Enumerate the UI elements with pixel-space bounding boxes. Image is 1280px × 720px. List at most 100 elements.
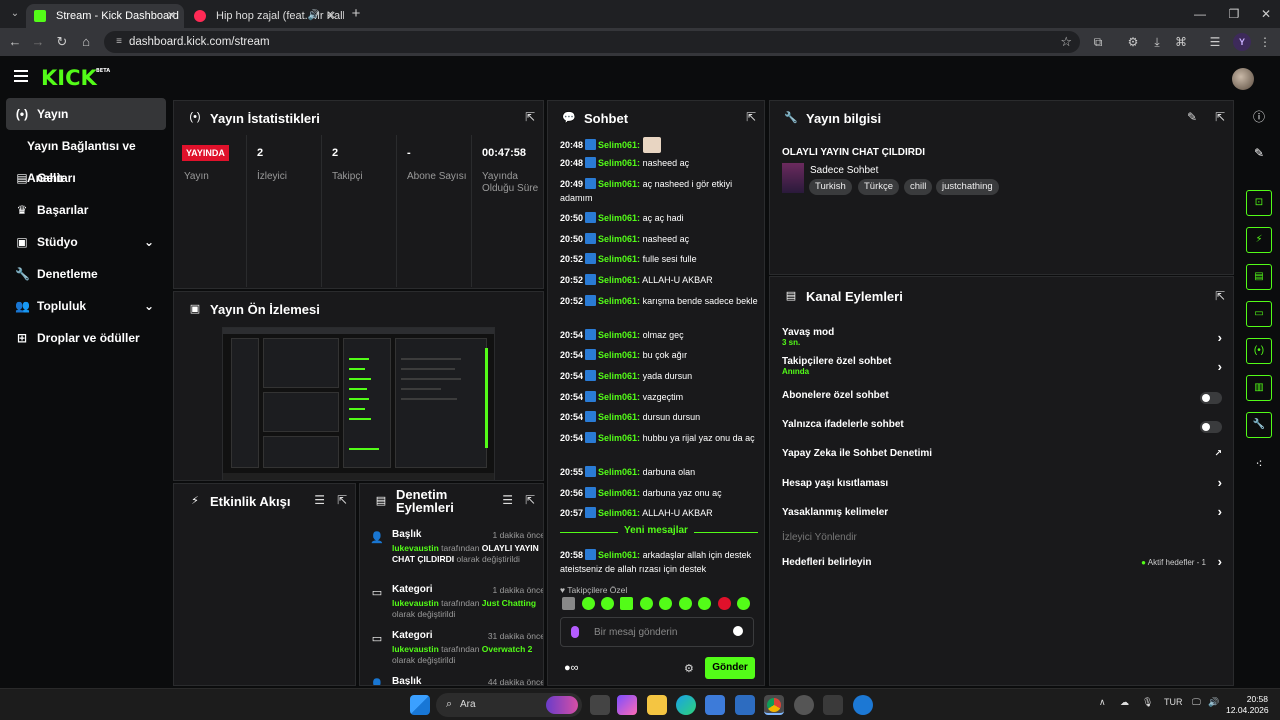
emotes-only-toggle[interactable]	[1200, 421, 1222, 433]
kick-logo[interactable]: KICK BETA	[41, 66, 110, 90]
edit-pencil-icon[interactable]: ✎	[1187, 110, 1197, 124]
emoji-picker-icon[interactable]	[733, 626, 743, 636]
profile-avatar[interactable]: Y	[1233, 33, 1251, 51]
menu-icon[interactable]	[14, 70, 28, 82]
expand-icon[interactable]: ⇱	[1215, 289, 1225, 303]
chat-username[interactable]: Selim061:	[598, 508, 640, 518]
close-tab-icon[interactable]: ✕	[327, 4, 336, 28]
chat-extras-icon[interactable]: ●∞	[564, 662, 579, 674]
ai-moderation-row[interactable]: Yapay Zeka ile Sohbet Denetimi ↗	[782, 448, 1222, 464]
microphone-tray-icon[interactable]: 🎙	[1142, 697, 1153, 708]
rail-broadcast-button[interactable]: (•)	[1246, 338, 1272, 364]
emote-icon[interactable]	[640, 597, 653, 610]
stream-tag[interactable]: Türkçe	[858, 179, 900, 195]
back-icon[interactable]: ←	[6, 33, 24, 51]
emote-icon[interactable]	[718, 597, 731, 610]
chat-username[interactable]: Selim061:	[598, 275, 640, 285]
emote-icon[interactable]	[737, 597, 750, 610]
browser-menu-icon[interactable]: ⋮	[1256, 33, 1274, 51]
chat-username[interactable]: Selim061:	[598, 234, 640, 244]
address-bar[interactable]: ≡ dashboard.kick.com/stream ☆	[104, 31, 1080, 53]
rail-clip-button[interactable]: ⊡	[1246, 190, 1272, 216]
network-icon[interactable]: 🖵	[1192, 697, 1201, 708]
sidebar-item-studio[interactable]: ▣ Stüdyo ⌄	[6, 226, 166, 258]
chat-username[interactable]: Selim061:	[598, 140, 640, 150]
taskbar-search[interactable]: ⌕ Ara	[436, 693, 582, 717]
rail-moderation-button[interactable]: ▤	[1246, 264, 1272, 290]
emote-icon[interactable]	[659, 597, 672, 610]
chat-username[interactable]: Selim061:	[598, 412, 640, 422]
chat-username[interactable]: Selim061:	[598, 254, 640, 264]
chat-username[interactable]: Selim061:	[598, 179, 640, 189]
chat-username[interactable]: Selim061:	[598, 488, 640, 498]
app-icon[interactable]	[823, 695, 843, 715]
taskbar-clock[interactable]: 20:58 12.04.2026	[1226, 694, 1269, 716]
rail-chat-button[interactable]: ▭	[1246, 301, 1272, 327]
expand-icon[interactable]: ⇱	[746, 110, 756, 124]
tray-overflow-icon[interactable]: ∧	[1099, 697, 1106, 708]
emote-icon[interactable]	[620, 597, 633, 610]
banned-words-row[interactable]: Yasaklanmış kelimeler ›	[782, 504, 1222, 523]
expand-icon[interactable]: ⇱	[525, 110, 535, 124]
sidebar-item-community[interactable]: 👥 Topluluk ⌄	[6, 290, 166, 322]
volume-icon[interactable]: 🔊	[1208, 697, 1219, 708]
stream-tag[interactable]: justchathing	[936, 179, 999, 195]
mail-icon[interactable]	[735, 695, 755, 715]
sidebar-item-moderation[interactable]: 🔧 Denetleme	[6, 258, 166, 290]
sidebar-item-revenue[interactable]: ▤ Gelir	[6, 162, 166, 194]
cloud-icon[interactable]: ☁	[1120, 697, 1129, 708]
chat-username[interactable]: Selim061:	[598, 158, 640, 168]
close-window-button[interactable]: ✕	[1254, 4, 1278, 24]
chat-settings-gear-icon[interactable]: ⚙	[684, 662, 694, 675]
followers-only-row[interactable]: Takipçilere özel sohbet Anında ›	[782, 356, 1222, 380]
filter-icon[interactable]: ☰	[502, 493, 513, 507]
windows-start-icon[interactable]	[410, 695, 430, 715]
sidebar-item-achievements[interactable]: ♛ Başarılar	[6, 194, 166, 226]
expand-icon[interactable]: ⇱	[1215, 110, 1225, 124]
reload-icon[interactable]: ↻	[53, 33, 71, 51]
stream-preview-video[interactable]	[222, 327, 495, 481]
more-actions-icon[interactable]: ⁖	[1246, 451, 1272, 477]
minimize-button[interactable]: —	[1188, 4, 1212, 24]
audio-playing-icon[interactable]: 🔊	[308, 4, 320, 28]
app-icon[interactable]	[853, 695, 873, 715]
browser-tab-music[interactable]: Hip hop zajal (feat. Mr Kalla 🔊 ✕	[186, 4, 344, 28]
chat-username[interactable]: Selim061:	[598, 550, 640, 560]
chat-username[interactable]: Selim061:	[598, 330, 640, 340]
copilot-icon[interactable]	[617, 695, 637, 715]
chrome-icon[interactable]	[764, 695, 784, 715]
bookmark-star-icon[interactable]: ☆	[1060, 31, 1072, 53]
filter-icon[interactable]: ☰	[314, 493, 325, 507]
sidebar-item-drops[interactable]: ⊞ Droplar ve ödüller	[6, 322, 166, 354]
action-user[interactable]: lukevaustin	[392, 598, 439, 608]
chat-username[interactable]: Selim061:	[598, 350, 640, 360]
microphone-icon[interactable]	[571, 626, 579, 638]
forward-icon[interactable]: →	[29, 33, 47, 51]
expand-icon[interactable]: ⇱	[525, 493, 535, 507]
site-info-icon[interactable]: ≡	[112, 35, 126, 49]
emote-icon[interactable]	[562, 597, 575, 610]
download-icon[interactable]: ⤓	[1148, 33, 1166, 51]
action-user[interactable]: lukevaustin	[392, 543, 439, 553]
store-icon[interactable]	[705, 695, 725, 715]
chat-username[interactable]: Selim061:	[598, 467, 640, 477]
home-icon[interactable]: ⌂	[77, 33, 95, 51]
new-tab-button[interactable]: +	[346, 4, 366, 24]
tab-search-button[interactable]: ⌄	[6, 5, 24, 23]
task-view-icon[interactable]	[590, 695, 610, 715]
file-explorer-icon[interactable]	[647, 695, 667, 715]
language-indicator[interactable]: TUR	[1164, 697, 1183, 707]
translate-icon[interactable]: ⌘	[1172, 33, 1190, 51]
browser-tab-kick[interactable]: Stream - Kick Dashboard ✕	[26, 4, 184, 28]
sidebar-item-stream-key[interactable]: Yayın Bağlantısı ve Anahtarı	[6, 130, 166, 185]
close-tab-icon[interactable]: ✕	[167, 4, 176, 28]
rail-channel-actions-button[interactable]: ▥	[1246, 375, 1272, 401]
send-button[interactable]: Gönder	[705, 657, 755, 679]
chat-username[interactable]: Selim061:	[598, 433, 640, 443]
user-avatar[interactable]	[1232, 68, 1254, 90]
chat-message-input[interactable]: Bir mesaj gönderin	[560, 617, 754, 647]
stream-tag[interactable]: Turkish	[809, 179, 852, 195]
account-age-row[interactable]: Hesap yaşı kısıtlaması ›	[782, 475, 1222, 494]
edge-icon[interactable]	[676, 695, 696, 715]
emote-icon[interactable]	[582, 597, 595, 610]
